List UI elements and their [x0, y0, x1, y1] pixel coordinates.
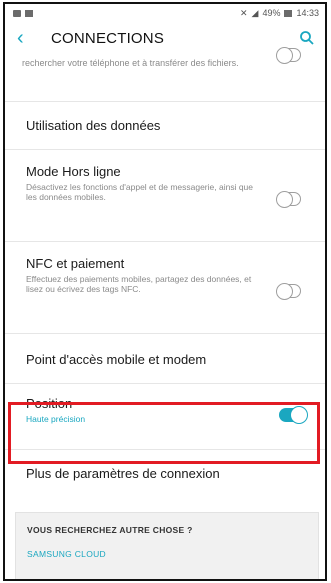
- looking-for-something-else-card: VOUS RECHERCHEZ AUTRE CHOSE ? SAMSUNG CL…: [15, 512, 319, 579]
- list-item-title: Utilisation des données: [26, 118, 161, 133]
- battery-icon: [284, 9, 293, 17]
- list-item-hotspot-tethering[interactable]: Point d'accès mobile et modem: [5, 334, 325, 384]
- list-item-title: Position: [26, 396, 73, 411]
- signal-icon: ◢: [251, 7, 259, 18]
- list-item-title: Point d'accès mobile et modem: [26, 352, 207, 367]
- nfc-toggle[interactable]: [276, 283, 301, 300]
- list-item-description: Désactivez les fonctions d'appel et de m…: [26, 182, 254, 202]
- list-item-more-connection-settings[interactable]: Plus de paramètres de connexion: [5, 450, 325, 500]
- airplane-mode-toggle[interactable]: [276, 191, 301, 208]
- partial-item-toggle[interactable]: [276, 47, 301, 64]
- list-item-nfc-payment[interactable]: NFC et paiement Effectuez des paiements …: [5, 242, 325, 334]
- mute-icon: ✕: [239, 7, 248, 18]
- page-title: CONNECTIONS: [51, 29, 165, 47]
- list-item-location[interactable]: Position Haute précision: [5, 384, 325, 450]
- settings-list: rechercher votre téléphone et à transfér…: [5, 47, 325, 500]
- list-item-title: Plus de paramètres de connexion: [26, 466, 220, 481]
- status-right: ✕ ◢ 49% 14:33: [240, 8, 319, 19]
- samsung-cloud-link[interactable]: SAMSUNG CLOUD: [16, 535, 318, 559]
- list-item-data-usage[interactable]: Utilisation des données: [5, 102, 325, 150]
- phone-screen: ✕ ◢ 49% 14:33 ‹ CONNECTIONS rechercher v…: [3, 2, 327, 581]
- list-item-description: Effectuez des paiements mobiles, partage…: [26, 274, 252, 294]
- list-item-title: Mode Hors ligne: [26, 164, 121, 179]
- search-icon[interactable]: [299, 30, 315, 46]
- back-arrow-icon[interactable]: ‹: [17, 28, 37, 48]
- list-item-airplane-mode[interactable]: Mode Hors ligne Désactivez les fonctions…: [5, 150, 325, 242]
- partial-list-item[interactable]: rechercher votre téléphone et à transfér…: [5, 47, 325, 102]
- partial-item-description: rechercher votre téléphone et à transfér…: [22, 58, 239, 68]
- status-time: 14:33: [296, 8, 319, 18]
- gallery-icon: [13, 9, 21, 17]
- status-bar: ✕ ◢ 49% 14:33: [5, 4, 325, 22]
- list-item-description: Haute précision: [26, 414, 86, 424]
- battery-percentage: 49%: [262, 8, 281, 18]
- message-icon: [25, 9, 33, 17]
- footer-heading: VOUS RECHERCHEZ AUTRE CHOSE ?: [27, 525, 193, 535]
- list-item-title: NFC et paiement: [26, 256, 125, 271]
- location-toggle[interactable]: [279, 406, 308, 424]
- status-left-icons: [13, 9, 33, 17]
